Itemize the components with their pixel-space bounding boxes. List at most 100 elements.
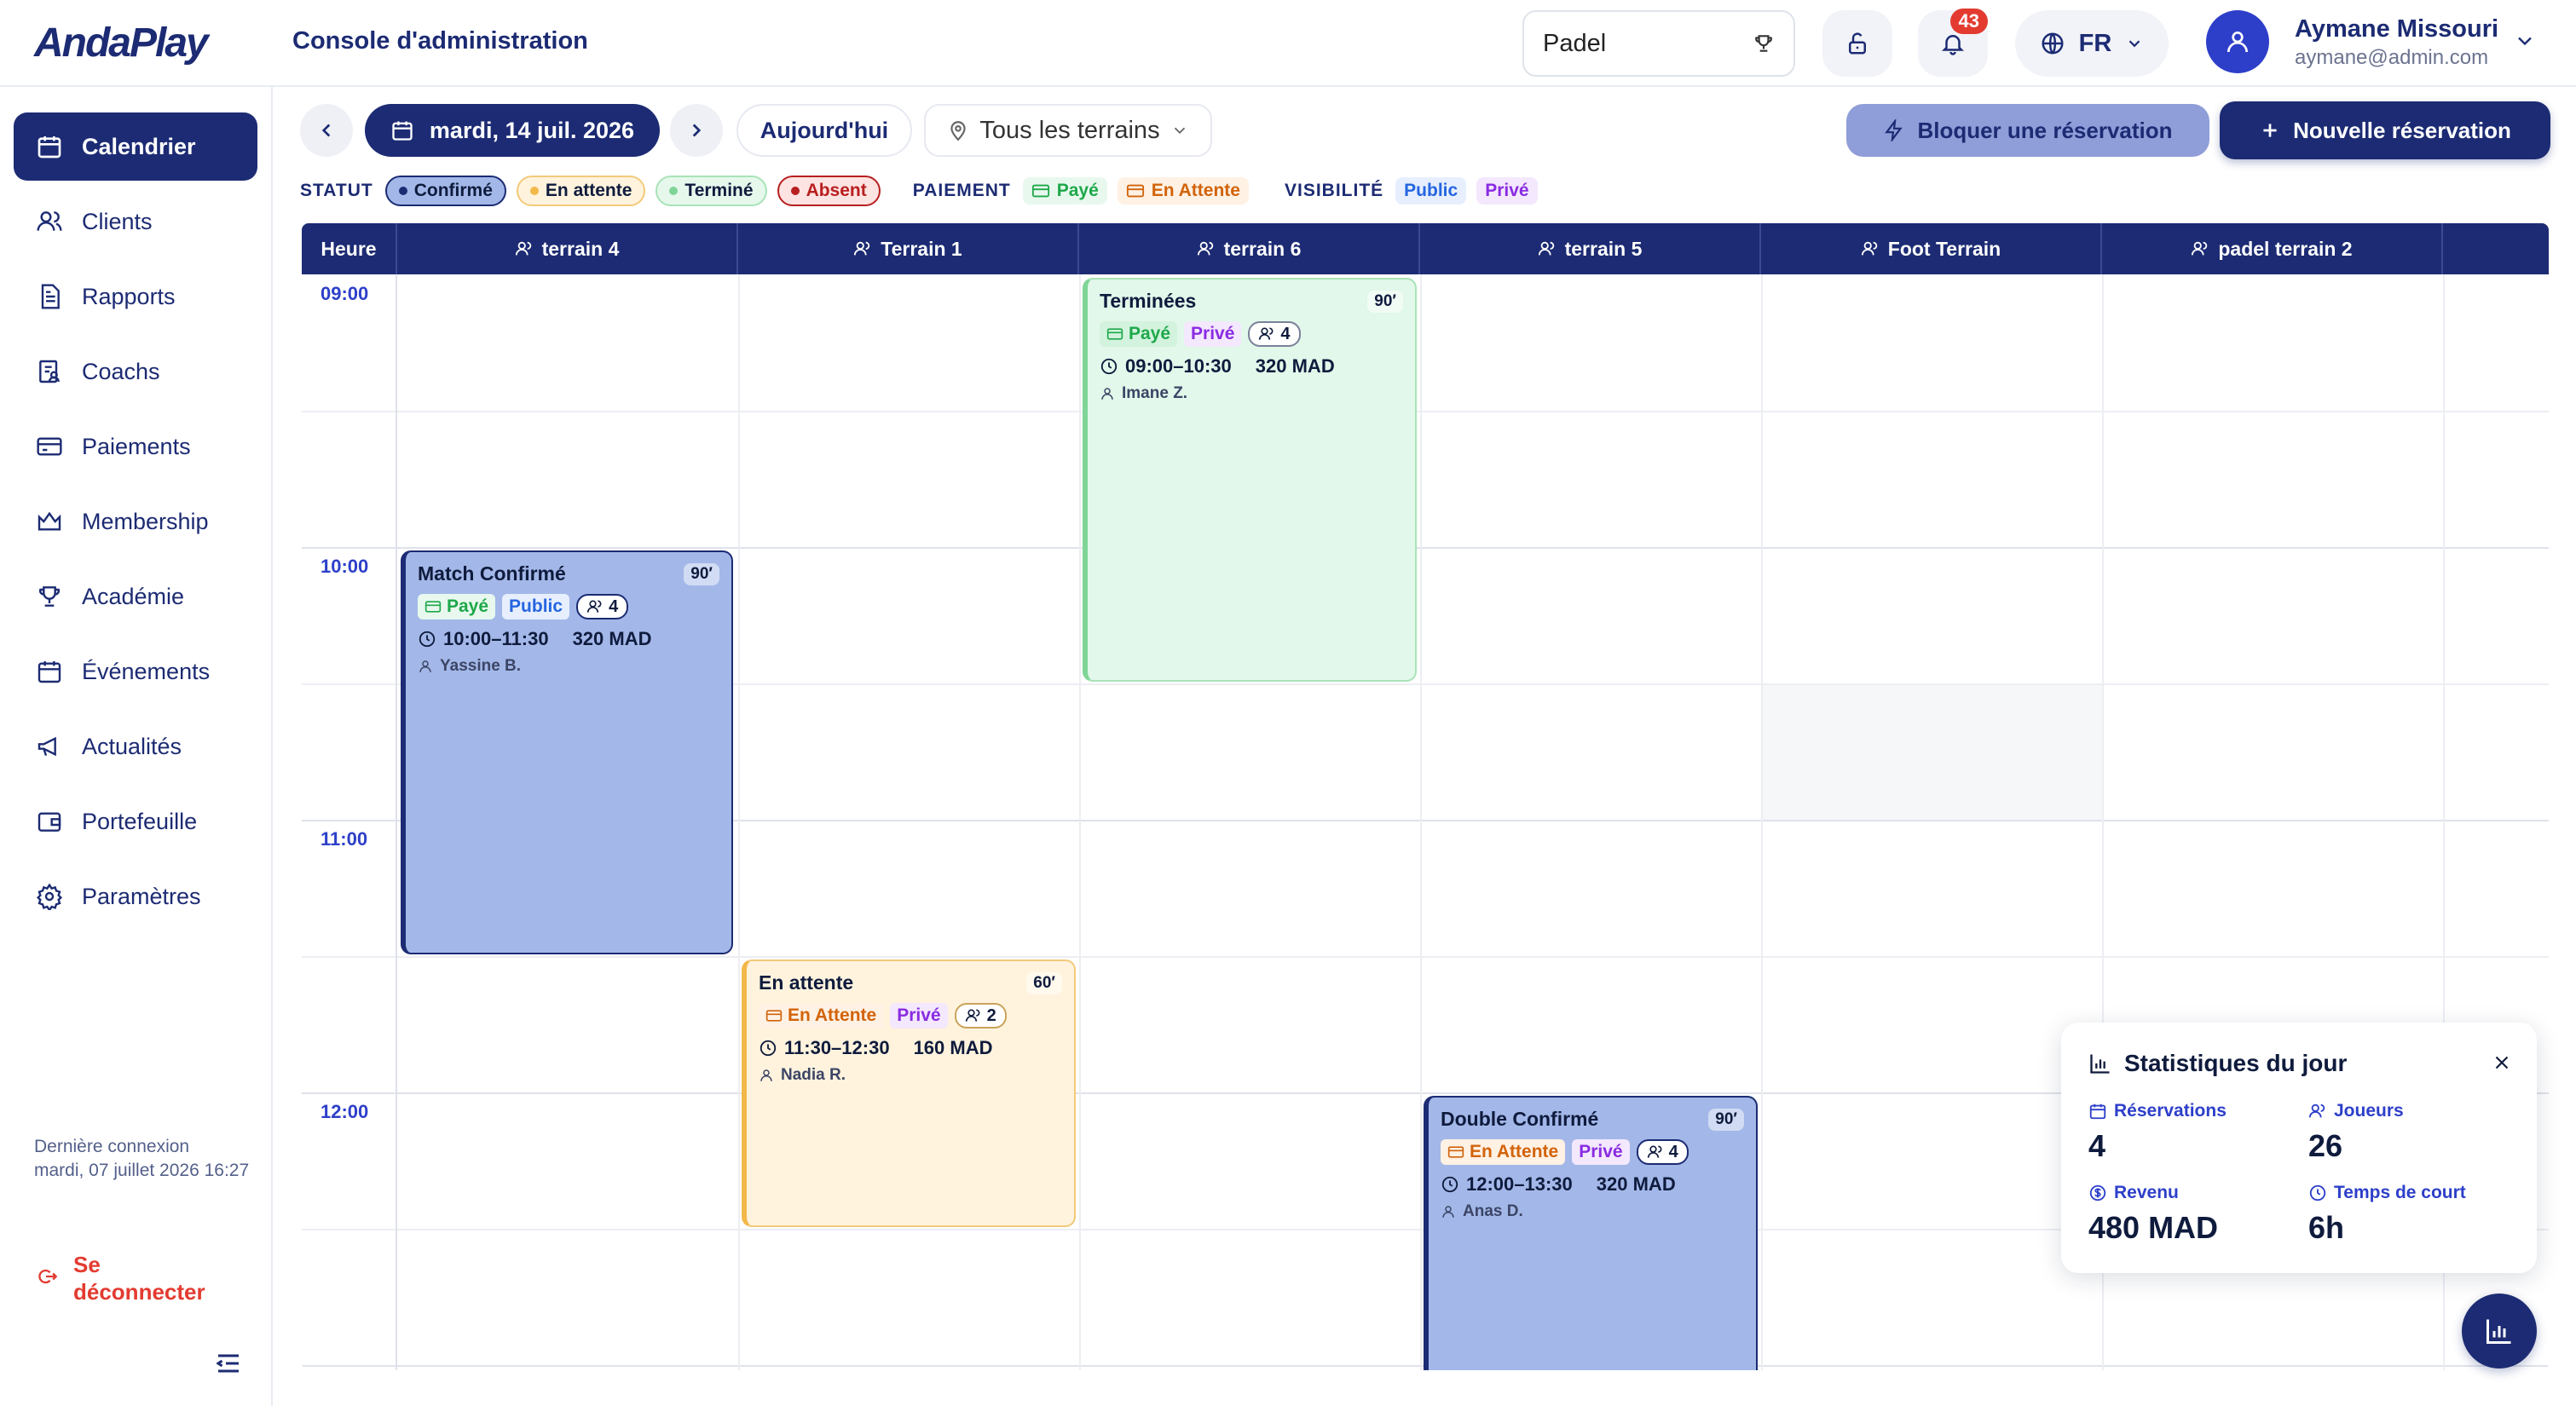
booking-client: Nadia R. [781, 1066, 846, 1084]
visibility-tag-public[interactable]: Public [1395, 177, 1467, 205]
calendar-icon [2089, 1103, 2106, 1120]
grid-header: Heure terrain 4 Terrain 1 terrain 6 terr… [302, 223, 2549, 274]
block-reservation-button[interactable]: Bloquer une réservation [1846, 104, 2209, 157]
clock-icon [1100, 358, 1118, 375]
sidebar-item-actualites[interactable]: Actualités [14, 712, 257, 781]
megaphone-icon [38, 736, 56, 757]
clock-icon [2309, 1184, 2326, 1201]
booking-client-row: Nadia R. [759, 1066, 1062, 1085]
users-icon [2308, 1103, 2325, 1118]
players-count-value: 4 [1280, 324, 1291, 343]
sidebar-item-paiements[interactable]: Paiements [14, 412, 257, 481]
stat-label-row: Réservations [2088, 1101, 2293, 1121]
calendar-icon [38, 136, 61, 158]
sidebar-item-membership[interactable]: Membership [14, 487, 257, 556]
top-bar: AndaPlay Console d'administration Padel … [0, 0, 2576, 87]
user-avatar[interactable] [2206, 10, 2269, 73]
lock-button[interactable] [1822, 10, 1892, 77]
grid-line [302, 956, 2549, 958]
booking-title-row: Double Confirmé 90′ [1441, 1108, 1744, 1131]
chevron-right-icon [692, 124, 702, 137]
booking-card-confirmed[interactable]: Match Confirmé 90′ Payé Public 4 10:00–1… [401, 550, 733, 954]
grid-line [302, 411, 2549, 412]
calendar-icon [38, 661, 61, 683]
hour-label: 10:00 [321, 556, 369, 577]
booking-title-row: En attente 60′ [759, 971, 1062, 994]
court-header-label: terrain 4 [541, 237, 620, 260]
stat-label: Réservations [2114, 1101, 2227, 1121]
sport-select[interactable]: Padel [1522, 10, 1795, 77]
status-dot [790, 187, 800, 195]
court-header: Foot Terrain [1761, 223, 2102, 274]
clock-icon [1441, 1176, 1458, 1193]
next-day-button[interactable] [670, 104, 723, 157]
stat-label: Joueurs [2334, 1101, 2404, 1121]
players-count: 2 [954, 1003, 1007, 1029]
stats-toggle-button[interactable] [2462, 1294, 2537, 1369]
booking-card-done[interactable]: Terminées 90′ Payé Privé 4 09:00–10:30 3… [1083, 278, 1417, 682]
booking-title: En attente [759, 971, 854, 994]
payment-tag-pending[interactable]: En Attente [1117, 177, 1249, 205]
courts-filter-select[interactable]: Tous les terrains [924, 104, 1212, 157]
sidebar-item-calendrier[interactable]: Calendrier [14, 112, 257, 181]
players-count-value: 4 [1668, 1142, 1678, 1161]
sidebar-item-rapports[interactable]: Rapports [14, 262, 257, 331]
close-icon[interactable] [2491, 1052, 2513, 1074]
visibility-filter-label: VISIBILITÉ [1284, 181, 1384, 200]
sidebar-item-label: Portefeuille [82, 808, 198, 834]
tag-label: Payé [1129, 324, 1171, 343]
visibility-tag-private[interactable]: Privé [1476, 177, 1538, 205]
sidebar-item-academie[interactable]: Académie [14, 562, 257, 631]
notifications-button[interactable]: 43 [1918, 9, 1988, 77]
stat-players: Joueurs 26 [2308, 1101, 2513, 1164]
tag-label: En Attente [788, 1006, 877, 1025]
status-chip-pending[interactable]: En attente [516, 176, 646, 206]
booking-duration: 90′ [1367, 290, 1403, 313]
tag-label: En Attente [1470, 1142, 1559, 1161]
collapse-sidebar-icon[interactable] [213, 1348, 244, 1379]
chevron-down-icon [2129, 40, 2140, 48]
brand-logo[interactable]: AndaPlay [34, 17, 247, 68]
sidebar: Calendrier Clients Rapports Coachs Paiem… [0, 87, 273, 1406]
booking-client-row: Imane Z. [1100, 384, 1403, 403]
hour-label: 09:00 [321, 283, 369, 304]
booking-title: Terminées [1100, 290, 1197, 312]
language-select[interactable]: FR [2015, 10, 2169, 77]
user-name[interactable]: Aymane Missouri [2295, 15, 2498, 43]
new-reservation-button[interactable]: Nouvelle réservation [2220, 101, 2550, 159]
last-login-label: Dernière connexion [34, 1137, 190, 1156]
grid-line [396, 274, 397, 1370]
user-menu-chevron-icon[interactable] [2513, 29, 2537, 53]
status-dot [529, 187, 539, 195]
booking-card-pending[interactable]: En attente 60′ En Attente Privé 2 11:30–… [742, 959, 1076, 1227]
status-chip-absent[interactable]: Absent [777, 176, 881, 206]
sidebar-item-clients[interactable]: Clients [14, 187, 257, 256]
user-email: aymane@admin.com [2295, 46, 2489, 69]
lock-icon [1849, 32, 1866, 55]
users-icon [965, 1009, 980, 1022]
booking-duration: 60′ [1026, 971, 1062, 994]
prev-day-button[interactable] [300, 104, 353, 157]
sidebar-item-evenements[interactable]: Événements [14, 637, 257, 706]
stat-value: 6h [2308, 1210, 2345, 1245]
payment-tag-paid[interactable]: Payé [1022, 177, 1107, 205]
crown-icon [38, 511, 61, 531]
booking-duration: 90′ [684, 562, 719, 585]
sidebar-item-coachs[interactable]: Coachs [14, 337, 257, 406]
booking-duration: 90′ [1708, 1108, 1744, 1131]
sidebar-item-parametres[interactable]: Paramètres [14, 862, 257, 931]
logout-button[interactable]: Se déconnecter [34, 1251, 210, 1305]
today-button[interactable]: Aujourd'hui [736, 104, 912, 157]
tag-label: Payé [447, 596, 489, 616]
date-picker-button[interactable]: mardi, 14 juil. 2026 [365, 104, 660, 157]
user-icon [419, 660, 431, 672]
status-chip-confirmed[interactable]: Confirmé [384, 176, 506, 206]
sidebar-item-portefeuille[interactable]: Portefeuille [14, 787, 257, 856]
hour-column-header: Heure [302, 223, 397, 274]
grid-line [302, 547, 2549, 549]
booking-price: 320 MAD [1255, 355, 1335, 377]
booking-card-confirmed[interactable]: Double Confirmé 90′ En Attente Privé 4 1… [1424, 1096, 1758, 1370]
status-chip-done[interactable]: Terminé [656, 176, 767, 206]
legend-filters: STATUT Confirmé En attente Terminé Absen… [300, 174, 1548, 208]
players-count: 4 [1248, 321, 1301, 347]
